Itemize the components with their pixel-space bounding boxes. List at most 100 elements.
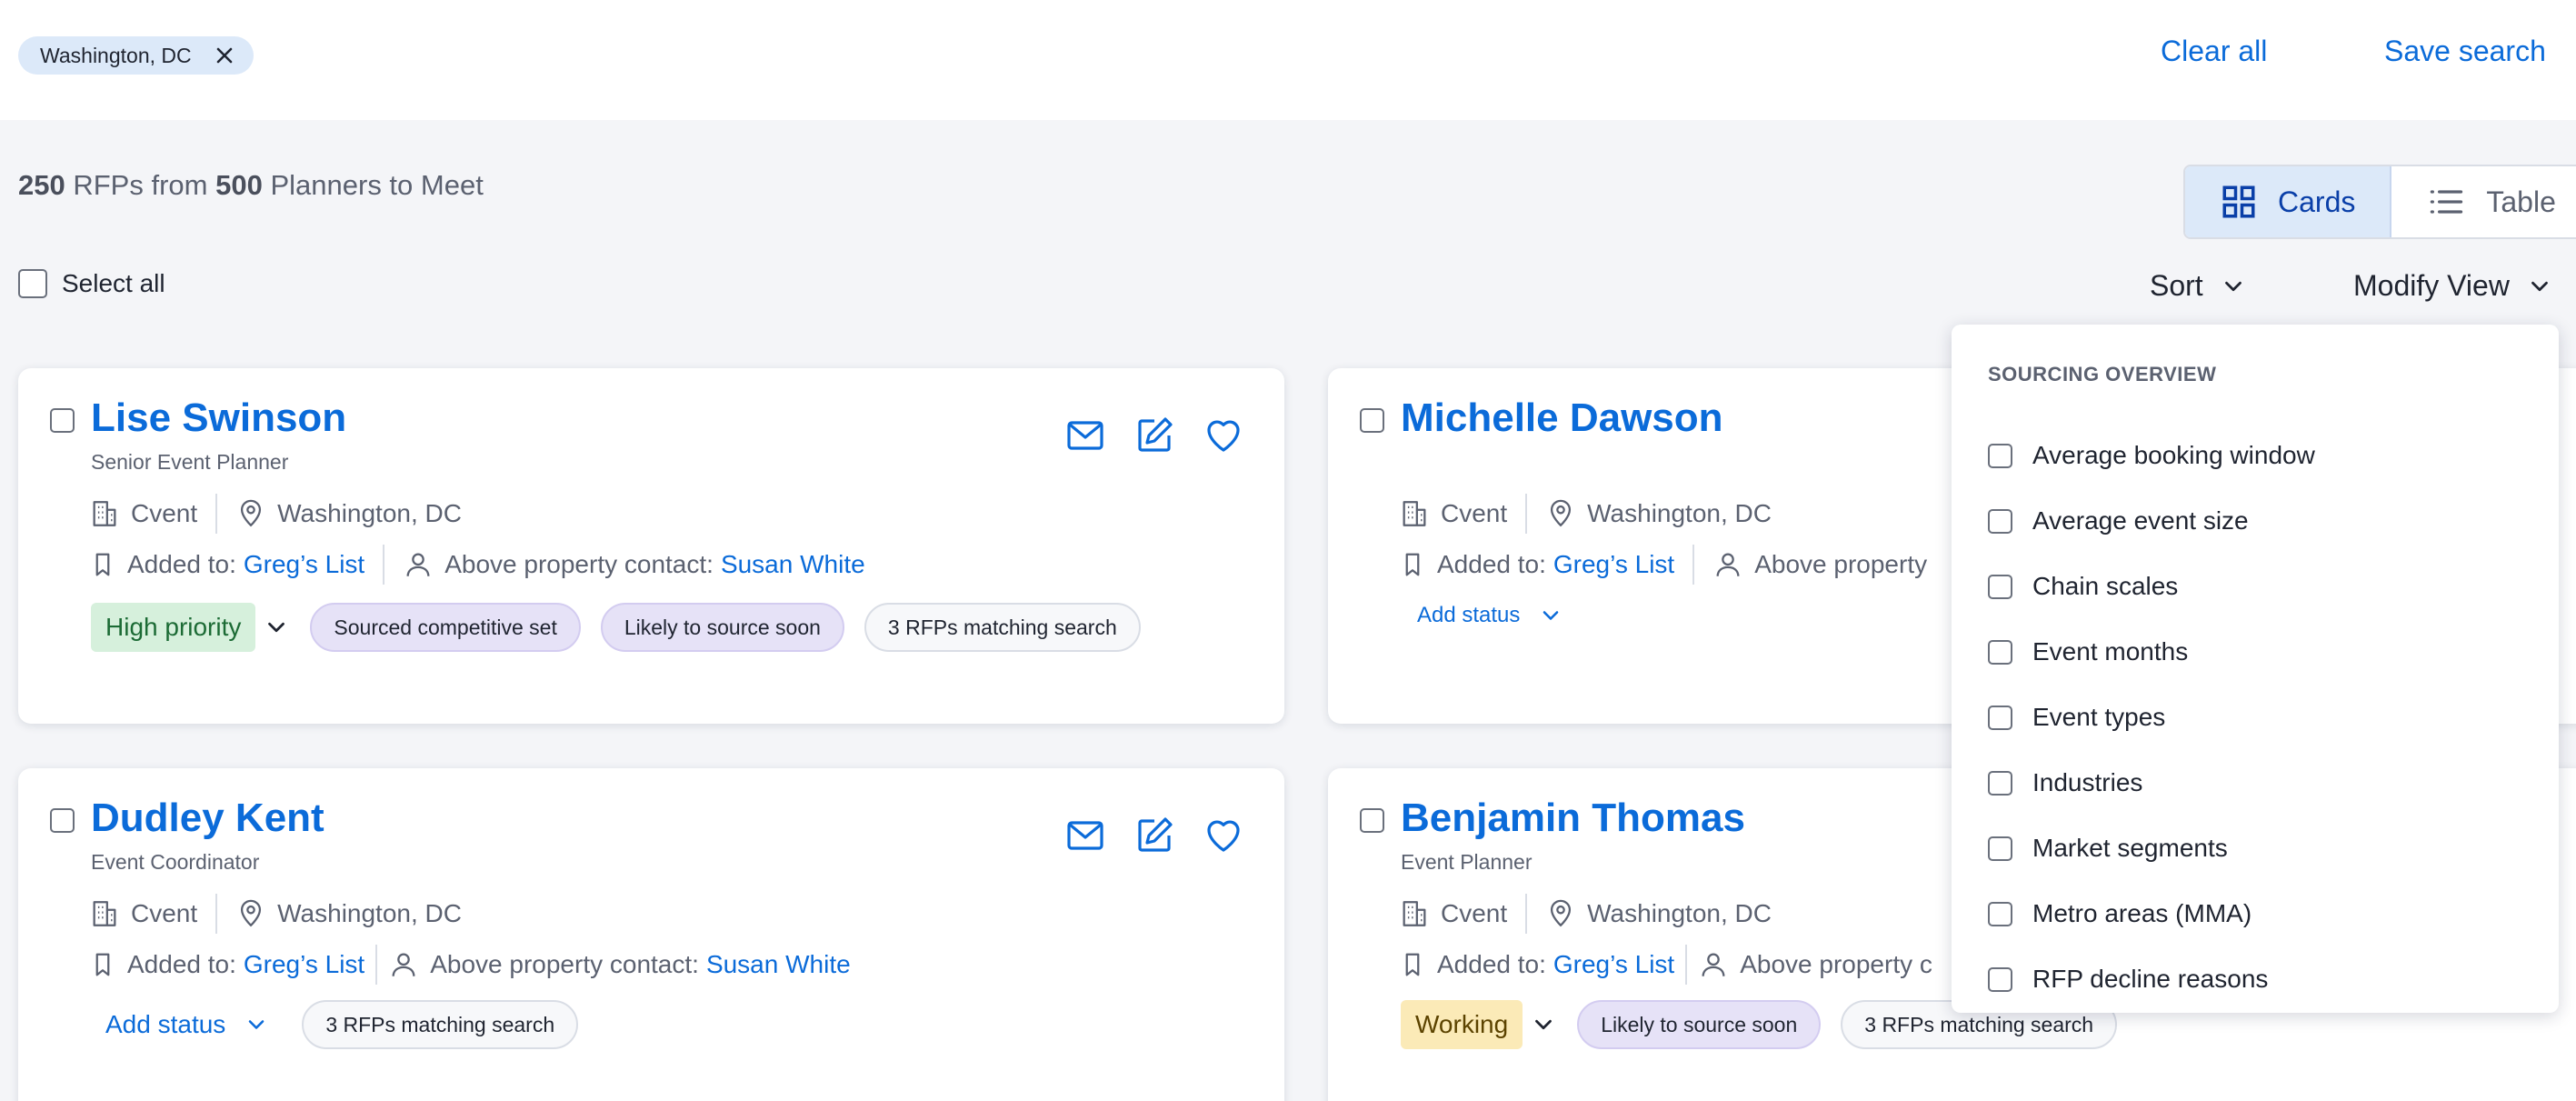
divider (383, 545, 385, 585)
option-label: Industries (2032, 768, 2143, 796)
menu-option[interactable]: Average event size (1988, 488, 2315, 554)
select-all-label: Select all (62, 269, 165, 297)
option-checkbox[interactable] (1988, 966, 2012, 992)
planner-name[interactable]: Michelle Dawson (1401, 395, 1723, 441)
modify-view-label: Modify View (2353, 269, 2510, 302)
building-icon (89, 898, 131, 929)
contact-label: Above property (1754, 550, 1928, 578)
option-checkbox[interactable] (1988, 836, 2012, 861)
modify-view-dropdown[interactable]: Modify View (2353, 269, 2553, 303)
heart-icon[interactable] (1202, 414, 1245, 457)
contact-link[interactable]: Susan White (721, 550, 865, 579)
list-contact-row: Added to: Greg’s List Above property con… (89, 545, 865, 585)
mail-icon[interactable] (1063, 414, 1107, 457)
location-pin-icon (1545, 498, 1587, 529)
planner-location: Washington, DC (1587, 499, 1772, 527)
table-view-button[interactable]: Table (2391, 166, 2576, 237)
view-toggle: Cards Table (2183, 165, 2576, 239)
filter-chip-label: Washington, DC (40, 43, 192, 67)
company-location-row: Cvent Washington, DC (89, 894, 462, 934)
option-checkbox[interactable] (1988, 770, 2012, 796)
status-badge[interactable]: Working (1401, 1000, 1523, 1049)
building-icon (89, 498, 131, 529)
divider (1525, 894, 1528, 934)
contact-label: Above property contact: (430, 950, 699, 978)
close-icon[interactable] (212, 43, 237, 68)
option-checkbox[interactable] (1988, 639, 2012, 665)
mail-icon[interactable] (1063, 814, 1107, 857)
menu-option[interactable]: Market segments (1988, 816, 2315, 881)
card-checkbox[interactable] (1360, 808, 1384, 833)
option-checkbox[interactable] (1988, 901, 2012, 926)
card-checkbox[interactable] (1360, 408, 1384, 433)
card-checkbox[interactable] (50, 808, 75, 833)
menu-option[interactable]: Event months (1988, 619, 2315, 685)
list-link[interactable]: Greg’s List (244, 950, 364, 979)
menu-option[interactable]: Industries (1988, 750, 2315, 816)
added-to-label: Added to: (127, 950, 236, 978)
status-badge[interactable]: High priority (91, 603, 256, 652)
select-all-checkbox[interactable] (18, 269, 47, 298)
filter-chip-location: Washington, DC (18, 36, 254, 75)
chevron-down-icon[interactable] (263, 614, 290, 641)
clear-all-link[interactable]: Clear all (2161, 35, 2267, 68)
bookmark-icon (1399, 551, 1437, 578)
location-pin-icon (235, 498, 277, 529)
menu-option[interactable]: Metro areas (MMA) (1988, 881, 2315, 946)
list-link[interactable]: Greg’s List (1553, 550, 1674, 579)
edit-icon[interactable] (1133, 814, 1176, 857)
chevron-down-icon (1538, 603, 1563, 628)
divider (215, 494, 218, 534)
planner-name[interactable]: Benjamin Thomas (1401, 796, 1745, 841)
edit-icon[interactable] (1133, 414, 1176, 457)
rfp-match-pill: 3 RFPs matching search (864, 603, 1141, 652)
chevron-down-icon[interactable] (1530, 1011, 1557, 1038)
add-status-label: Add status (1417, 603, 1521, 627)
chevron-down-icon (2526, 273, 2553, 300)
planner-name[interactable]: Lise Swinson (91, 395, 346, 441)
option-label: Chain scales (2032, 572, 2179, 600)
menu-section-heading: SOURCING OVERVIEW (1988, 363, 2217, 385)
option-checkbox[interactable] (1988, 705, 2012, 730)
list-link[interactable]: Greg’s List (244, 550, 364, 579)
tag-pill: Sourced competitive set (310, 603, 581, 652)
save-search-link[interactable]: Save search (2384, 35, 2546, 68)
menu-option[interactable]: Event types (1988, 685, 2315, 750)
contact-link[interactable]: Susan White (706, 950, 851, 979)
option-checkbox[interactable] (1988, 508, 2012, 534)
rfp-count: 250 (18, 169, 65, 201)
option-checkbox[interactable] (1988, 574, 2012, 599)
heart-icon[interactable] (1202, 814, 1245, 857)
planner-name[interactable]: Dudley Kent (91, 796, 324, 841)
modify-view-menu: SOURCING OVERVIEW Average booking window… (1952, 325, 2559, 1013)
menu-option[interactable]: RFP decline reasons (1988, 946, 2315, 1012)
planners-label: Planners to Meet (270, 169, 484, 201)
company-location-row: Cvent Washington, DC (1399, 494, 1772, 534)
planner-location: Washington, DC (1587, 899, 1772, 927)
status-dropdown[interactable]: Working (1401, 1000, 1557, 1049)
select-all[interactable]: Select all (18, 269, 165, 298)
sort-dropdown[interactable]: Sort (2150, 269, 2247, 303)
planner-role: Senior Event Planner (91, 450, 289, 474)
add-status-button[interactable]: Add status (1417, 603, 1563, 628)
menu-option[interactable]: Average booking window (1988, 423, 2315, 488)
bookmark-icon (1399, 951, 1437, 978)
card-actions (1063, 814, 1245, 857)
divider (1692, 545, 1695, 585)
list-link[interactable]: Greg’s List (1553, 950, 1674, 979)
option-label: Market segments (2032, 834, 2228, 862)
bookmark-icon (89, 551, 127, 578)
results-summary: 250 RFPs from 500 Planners to Meet (18, 169, 484, 202)
menu-option[interactable]: Chain scales (1988, 554, 2315, 619)
card-checkbox[interactable] (50, 408, 75, 433)
rfps-from-label: RFPs from (73, 169, 208, 201)
cards-view-button[interactable]: Cards (2185, 166, 2392, 237)
add-status-button[interactable]: Add status (105, 1010, 269, 1039)
option-checkbox[interactable] (1988, 443, 2012, 468)
status-dropdown[interactable]: High priority (91, 603, 290, 652)
card-actions (1063, 414, 1245, 457)
tag-pill: Likely to source soon (1577, 1000, 1822, 1049)
list-contact-row: Added to: Greg’s List Above property c (1399, 945, 1932, 985)
table-view-label: Table (2486, 185, 2556, 218)
list-contact-row: Added to: Greg’s List Above property (1399, 545, 1927, 585)
